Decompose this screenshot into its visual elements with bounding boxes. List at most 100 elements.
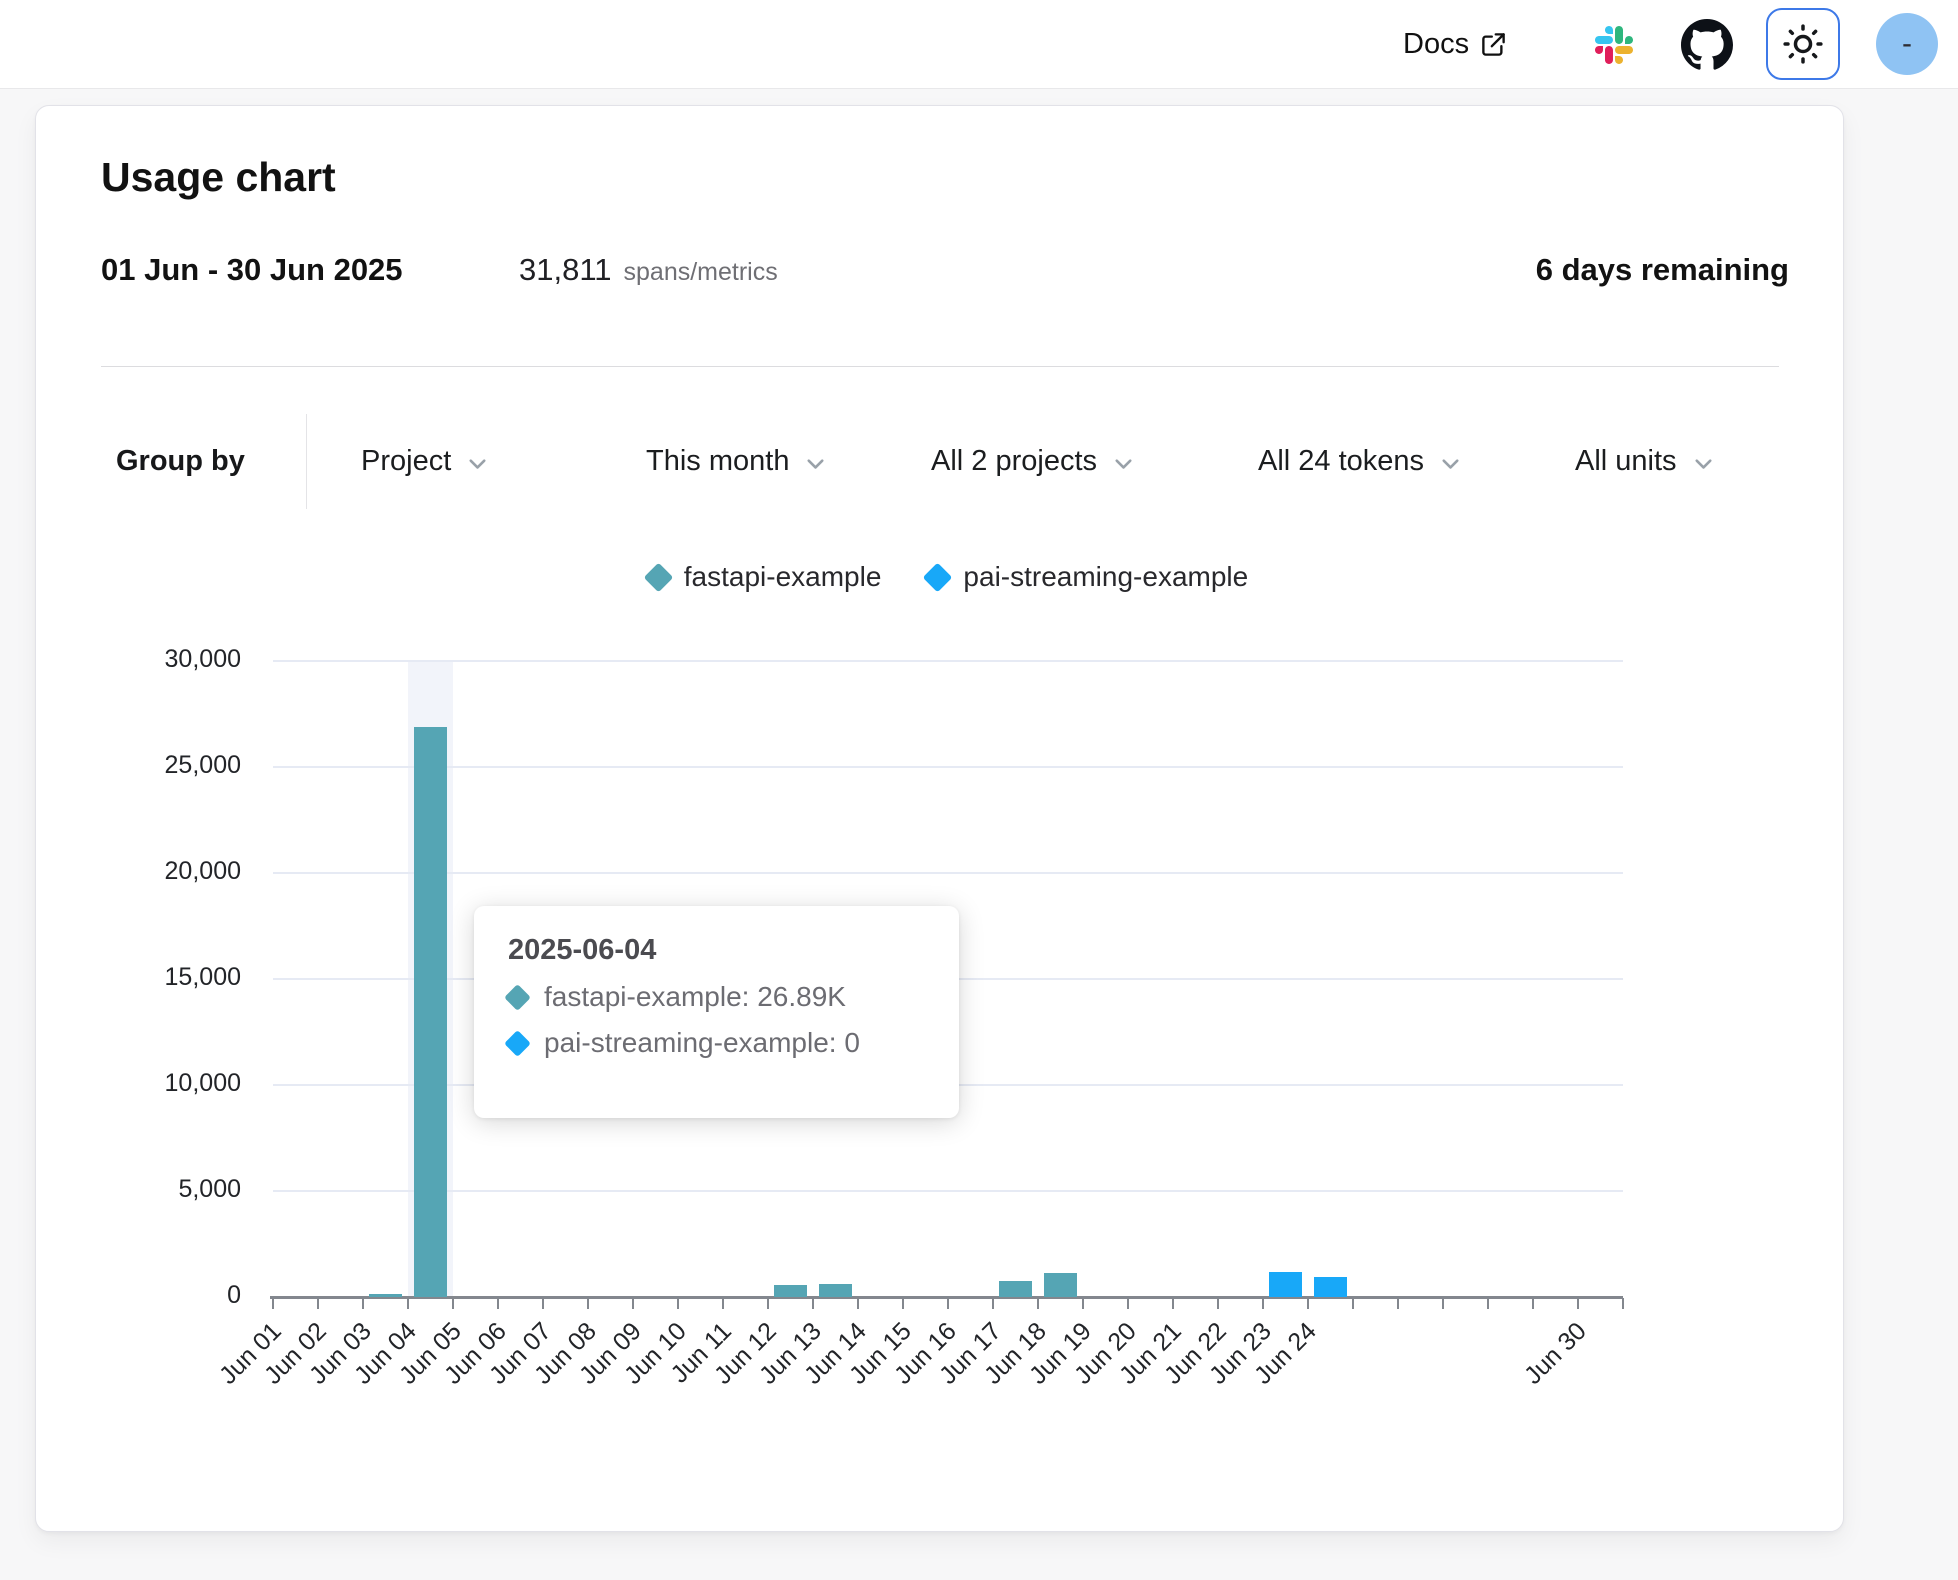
chart-bar-jun-24-pai-streaming-example[interactable] xyxy=(1314,1277,1347,1297)
chart-tooltip: 2025-06-04 fastapi-example: 26.89K pai-st… xyxy=(474,906,959,1118)
x-axis-tick xyxy=(1037,1298,1039,1309)
chart-bar-jun-12-fastapi-example[interactable] xyxy=(774,1285,807,1297)
legend-label: pai-streaming-example xyxy=(963,561,1248,593)
chevron-down-icon xyxy=(464,450,491,477)
x-axis-tick xyxy=(767,1298,769,1309)
tooltip-row-text: pai-streaming-example: 0 xyxy=(544,1027,860,1059)
legend-item-fastapi-example[interactable]: fastapi-example xyxy=(648,561,882,593)
legend-diamond-icon xyxy=(643,562,673,592)
date-range: 01 Jun - 30 Jun 2025 xyxy=(101,252,403,288)
filter-dropdown-all-24-tokens[interactable]: All 24 tokens xyxy=(1258,445,1464,478)
dropdown-label: This month xyxy=(646,445,789,478)
tooltip-row-text: fastapi-example: 26.89K xyxy=(544,981,846,1013)
x-axis-tick xyxy=(812,1298,814,1309)
gridline xyxy=(273,1190,1623,1192)
chart-legend: fastapi-example pai-streaming-example xyxy=(273,561,1623,593)
filter-dropdown-this-month[interactable]: This month xyxy=(646,445,829,478)
y-axis-label: 20,000 xyxy=(93,857,241,886)
external-link-icon xyxy=(1480,31,1507,58)
dropdown-label: Project xyxy=(361,445,451,478)
x-axis-tick xyxy=(857,1298,859,1309)
usage-total: 31,811 spans/metrics xyxy=(519,252,778,288)
usage-card: Usage chart 01 Jun - 30 Jun 2025 31,811 … xyxy=(35,105,1844,1532)
x-axis-tick xyxy=(947,1298,949,1309)
x-axis-tick xyxy=(1532,1298,1534,1309)
tooltip-row: fastapi-example: 26.89K xyxy=(508,981,925,1013)
chevron-down-icon xyxy=(1690,450,1717,477)
x-axis-tick xyxy=(407,1298,409,1309)
x-axis-tick xyxy=(677,1298,679,1309)
theme-toggle-button[interactable] xyxy=(1766,8,1840,80)
x-axis-tick xyxy=(542,1298,544,1309)
legend-label: fastapi-example xyxy=(684,561,882,593)
x-axis-tick xyxy=(1082,1298,1084,1309)
chevron-down-icon xyxy=(1110,450,1137,477)
total-unit: spans/metrics xyxy=(624,258,778,287)
y-axis-label: 10,000 xyxy=(93,1069,241,1098)
y-axis-label: 0 xyxy=(93,1281,241,1310)
x-axis-tick xyxy=(1487,1298,1489,1309)
x-axis-tick xyxy=(1577,1298,1579,1309)
tooltip-diamond-icon xyxy=(504,1030,531,1057)
filter-dropdown-all-units[interactable]: All units xyxy=(1575,445,1717,478)
y-axis-label: 30,000 xyxy=(93,645,241,674)
x-axis-tick xyxy=(587,1298,589,1309)
x-axis-tick xyxy=(992,1298,994,1309)
chart-bar-jun-04-fastapi-example[interactable] xyxy=(414,727,447,1297)
x-axis-tick xyxy=(452,1298,454,1309)
legend-diamond-icon xyxy=(923,562,953,592)
gridline xyxy=(273,660,1623,662)
tooltip-row: pai-streaming-example: 0 xyxy=(508,1027,925,1059)
x-axis-tick xyxy=(1307,1298,1309,1309)
x-axis-tick xyxy=(317,1298,319,1309)
gridline xyxy=(273,872,1623,874)
page-title: Usage chart xyxy=(101,154,336,201)
chart-bar-jun-13-fastapi-example[interactable] xyxy=(819,1284,852,1297)
y-axis-label: 25,000 xyxy=(93,751,241,780)
x-axis-tick xyxy=(362,1298,364,1309)
chart-bar-jun-17-fastapi-example[interactable] xyxy=(999,1281,1032,1297)
dropdown-label: All 2 projects xyxy=(931,445,1097,478)
gridline xyxy=(273,766,1623,768)
avatar[interactable]: - xyxy=(1876,13,1938,75)
sun-icon xyxy=(1782,23,1824,65)
x-axis-tick xyxy=(1442,1298,1444,1309)
x-axis-tick xyxy=(1172,1298,1174,1309)
days-remaining: 6 days remaining xyxy=(1536,252,1789,288)
x-axis-tick xyxy=(1217,1298,1219,1309)
filter-dropdown-project[interactable]: Project xyxy=(361,445,491,478)
tooltip-date: 2025-06-04 xyxy=(508,934,925,967)
chevron-down-icon xyxy=(1437,450,1464,477)
tooltip-diamond-icon xyxy=(504,984,531,1011)
chart-bar-jun-23-pai-streaming-example[interactable] xyxy=(1269,1272,1302,1297)
filter-divider xyxy=(306,414,307,509)
top-navbar: Docs - xyxy=(0,0,1958,89)
x-axis-tick xyxy=(1127,1298,1129,1309)
slack-icon[interactable] xyxy=(1594,25,1634,65)
x-axis-tick xyxy=(497,1298,499,1309)
x-axis-tick xyxy=(1352,1298,1354,1309)
avatar-label: - xyxy=(1902,27,1912,61)
filter-dropdown-all-2-projects[interactable]: All 2 projects xyxy=(931,445,1137,478)
x-axis-tick xyxy=(1397,1298,1399,1309)
x-axis-tick xyxy=(902,1298,904,1309)
chart-bar-jun-18-fastapi-example[interactable] xyxy=(1044,1273,1077,1297)
y-axis-label: 5,000 xyxy=(93,1175,241,1204)
docs-link[interactable]: Docs xyxy=(1403,0,1507,88)
x-axis-tick xyxy=(272,1298,274,1309)
y-axis-label: 15,000 xyxy=(93,963,241,992)
dropdown-label: All units xyxy=(1575,445,1677,478)
chevron-down-icon xyxy=(802,450,829,477)
x-axis-tick xyxy=(1622,1298,1624,1309)
docs-label: Docs xyxy=(1403,28,1469,61)
total-count: 31,811 xyxy=(519,252,612,288)
x-axis-tick xyxy=(632,1298,634,1309)
x-axis-tick xyxy=(722,1298,724,1309)
legend-item-pai-streaming-example[interactable]: pai-streaming-example xyxy=(927,561,1248,593)
header-divider xyxy=(101,366,1779,367)
group-by-label: Group by xyxy=(116,445,245,478)
dropdown-label: All 24 tokens xyxy=(1258,445,1424,478)
github-icon[interactable] xyxy=(1681,19,1733,71)
x-axis-tick xyxy=(1262,1298,1264,1309)
chart-bar-jun-03-fastapi-example[interactable] xyxy=(369,1294,402,1297)
